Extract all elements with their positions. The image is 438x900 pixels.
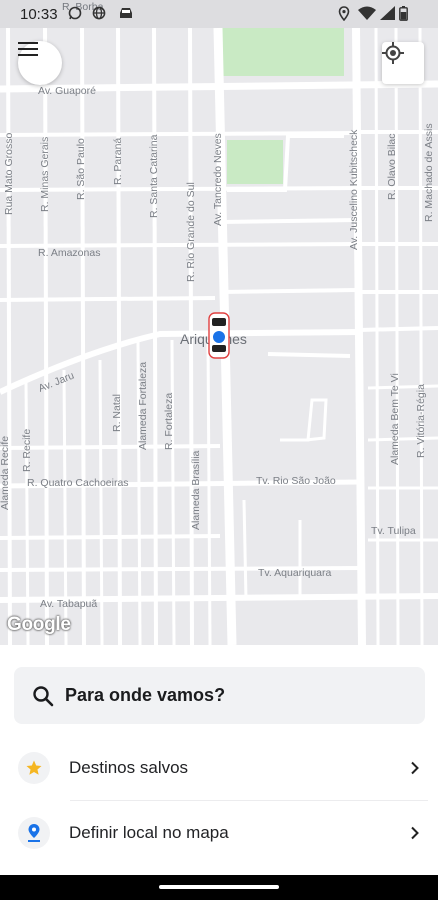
street-label: R. Rio Grande do Sul [185,182,197,282]
park-area [222,28,344,76]
destination-search-button[interactable]: Para onde vamos? [14,667,425,724]
search-icon [33,685,54,706]
car-marker [208,312,230,359]
chevron-right-icon [411,826,419,840]
map-canvas: Av. Guaporé R. Borba Rua Mato Grosso R. … [0,1,438,645]
car-icon [120,8,132,18]
street-label: R. Fortaleza [163,393,175,450]
status-time: 10:33 [20,6,58,23]
street-label: R. São Paulo [75,138,87,200]
street-label: R. Olavo Bilac [386,133,398,200]
street-label: Av. Tancredo Neves [212,133,224,226]
home-indicator[interactable] [159,885,279,889]
battery-icon [399,6,408,21]
street-label: R. Natal [111,394,123,432]
street-label: Tv. Tulipa [371,525,416,537]
search-label: Para onde vamos? [65,685,226,705]
street-label: Av. Tabapuã [40,598,97,610]
saved-destinations-row[interactable]: Destinos salvos [18,737,428,799]
system-navigation-bar [0,875,438,900]
street-label: R. Santa Catarina [148,134,160,218]
signal-icon [380,6,395,20]
pin-icon-wrap [18,817,50,849]
park-area [227,140,283,184]
star-icon [26,760,42,775]
street-label: R. Vitória-Régia [415,384,427,458]
menu-button[interactable] [18,41,62,85]
set-on-map-row[interactable]: Definir local no mapa [18,802,428,864]
status-bar: 10:33 [0,0,438,28]
street-label: Tv. Rio São João [256,475,336,487]
set-on-map-label: Definir local no mapa [69,823,229,842]
street-label: R. Quatro Cachoeiras [27,477,129,489]
street-label: Rua Mato Grosso [3,133,15,215]
street-label: Alameda Recife [0,436,11,510]
street-label: R. Amazonas [38,247,100,259]
street-label: R. Minas Gerais [39,137,51,212]
star-icon-wrap [18,752,50,784]
street-label: Alameda Brasília [190,450,202,530]
bottom-sheet: Para onde vamos? Destinos salvos Definir… [0,645,438,875]
street-label: R. Machado de Assis [423,123,435,222]
street-label: Av. Juscelino Kubitscheck [348,129,360,250]
whatsapp-icon [68,6,82,20]
street-label: Av. Guaporé [38,85,96,97]
chevron-right-icon [411,761,419,775]
street-label: Tv. Aquariquara [258,567,332,579]
map-view[interactable]: Av. Guaporé R. Borba Rua Mato Grosso R. … [0,0,438,645]
hamburger-icon [18,42,38,56]
row-divider [70,800,428,801]
street-label: Alameda Fortaleza [137,362,149,450]
wifi-icon [358,6,376,20]
crosshair-icon [382,42,404,64]
location-icon [338,6,350,21]
street-label: Alameda Bem Te Vi [389,373,401,465]
saved-destinations-label: Destinos salvos [69,758,189,777]
street-label: R. Recife [21,429,33,472]
globe-icon [92,6,106,20]
my-location-button[interactable] [382,42,424,84]
google-logo: Google [7,614,71,635]
map-pin-icon [28,824,40,842]
street-label: R. Paraná [112,138,124,185]
